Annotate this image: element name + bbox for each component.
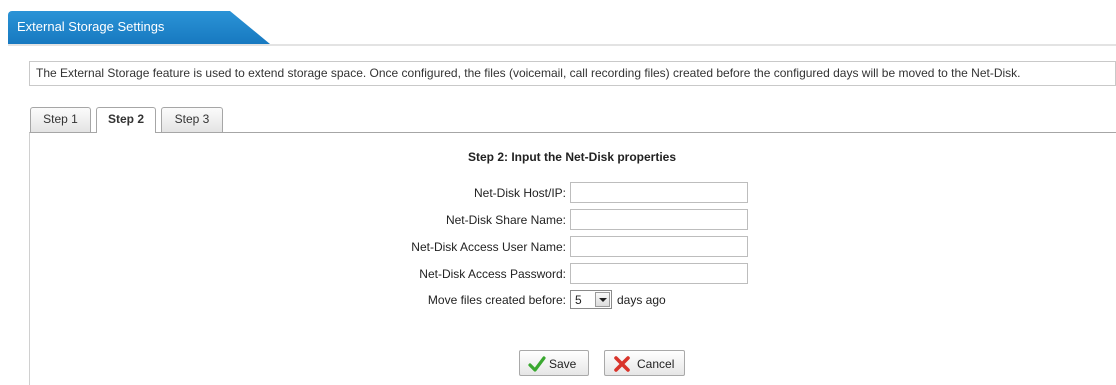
username-input[interactable]: [570, 236, 748, 257]
chevron-down-icon[interactable]: [595, 292, 610, 307]
host-label: Net-Disk Host/IP:: [473, 186, 566, 200]
save-label: Save: [549, 357, 577, 371]
tab-step-3[interactable]: Step 3: [161, 107, 223, 132]
tab-step-1[interactable]: Step 1: [30, 107, 91, 132]
info-notice: The External Storage feature is used to …: [29, 61, 1116, 86]
username-label: Net-Disk Access User Name:: [411, 240, 566, 254]
close-icon: [614, 356, 630, 372]
header-bar: External Storage Settings: [0, 0, 1116, 46]
row-host: Net-Disk Host/IP:: [0, 182, 1116, 204]
save-button[interactable]: Save: [519, 350, 589, 376]
header-rule: [8, 44, 1116, 46]
days-select-value: 5: [575, 293, 582, 307]
share-name-input[interactable]: [570, 209, 748, 230]
row-password: Net-Disk Access Password:: [0, 263, 1116, 285]
move-files-label: Move files created before:: [427, 293, 566, 307]
password-input[interactable]: [570, 263, 748, 284]
form-title: Step 2: Input the Net-Disk properties: [467, 150, 677, 164]
row-move-files: Move files created before: 5 days ago: [0, 289, 1116, 311]
days-select[interactable]: 5: [570, 290, 612, 309]
row-share: Net-Disk Share Name:: [0, 209, 1116, 231]
tab-panel: [29, 132, 1116, 385]
days-suffix: days ago: [617, 293, 666, 307]
page-title: External Storage Settings: [17, 19, 165, 34]
checkmark-icon: [528, 356, 546, 372]
host-input[interactable]: [570, 182, 748, 203]
password-label: Net-Disk Access Password:: [419, 267, 566, 281]
row-username: Net-Disk Access User Name:: [0, 236, 1116, 258]
cancel-label: Cancel: [637, 357, 675, 371]
cancel-button[interactable]: Cancel: [604, 350, 685, 376]
tab-step-2[interactable]: Step 2: [96, 107, 156, 133]
share-name-label: Net-Disk Share Name:: [445, 213, 566, 227]
